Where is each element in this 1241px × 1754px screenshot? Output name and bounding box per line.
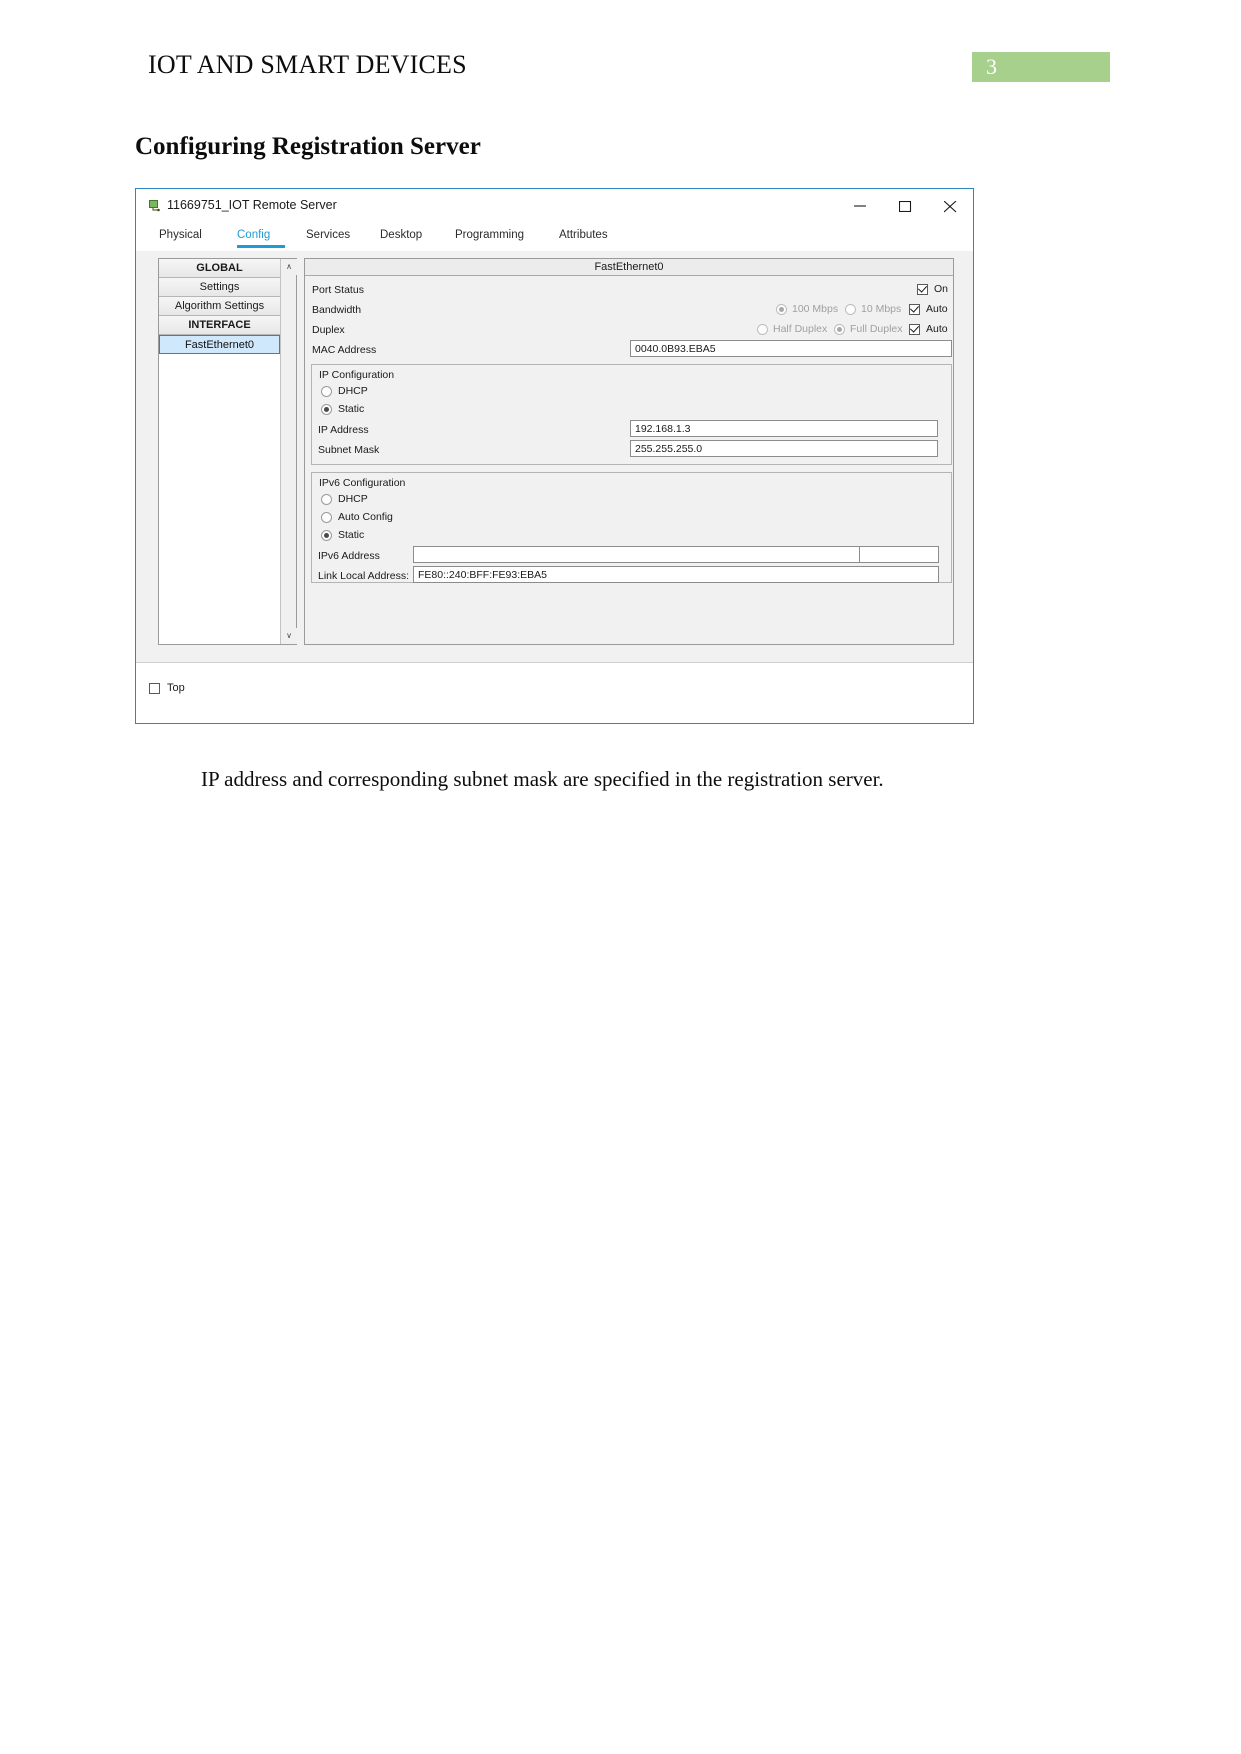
ipv6-prefix-field[interactable] [859, 546, 939, 563]
tab-services[interactable]: Services [306, 222, 361, 251]
interface-config: FastEthernet0 Port Status On Bandwidth 1… [304, 258, 954, 645]
top-checkbox[interactable] [149, 683, 160, 694]
mac-address-label: MAC Address [312, 344, 377, 356]
page-number: 3 [986, 54, 997, 79]
subnet-mask-field[interactable]: 255.255.255.0 [630, 440, 938, 457]
bandwidth-10mbps-radio[interactable] [845, 304, 856, 315]
ipv6-auto-config-label: Auto Config [338, 511, 393, 523]
duplex-auto-checkbox[interactable] [909, 324, 920, 335]
document-header: IOT AND SMART DEVICES 3 [0, 0, 1241, 100]
tab-bar: Physical Config Services Desktop Program… [136, 222, 973, 252]
ip-address-field[interactable]: 192.168.1.3 [630, 420, 938, 437]
ipv6-address-field[interactable] [413, 546, 860, 563]
top-label: Top [167, 682, 185, 694]
packet-tracer-window: 11669751_IOT Remote Server Physical Conf… [135, 188, 974, 724]
port-status-on-checkbox[interactable] [917, 284, 928, 295]
figure-caption: IP address and corresponding subnet mask… [201, 767, 884, 791]
sidebar-item-algorithm-settings[interactable]: Algorithm Settings [159, 297, 280, 316]
window-titlebar: 11669751_IOT Remote Server [136, 189, 973, 222]
bandwidth-auto-checkbox[interactable] [909, 304, 920, 315]
tab-config[interactable]: Config [237, 222, 285, 251]
scroll-down-icon[interactable]: ∨ [281, 628, 297, 644]
ip-dhcp-label: DHCP [338, 385, 368, 397]
ipv6-dhcp-label: DHCP [338, 493, 368, 505]
sidebar-item-fastethernet0[interactable]: FastEthernet0 [159, 335, 280, 354]
ip-static-label: Static [338, 403, 365, 415]
minimize-icon[interactable] [839, 189, 884, 222]
ipv6-dhcp-radio[interactable] [321, 494, 332, 505]
ipv6-static-label: Static [338, 529, 365, 541]
link-local-address-label: Link Local Address: [318, 570, 410, 582]
subnet-mask-label: Subnet Mask [318, 444, 380, 456]
sidebar-item-global: GLOBAL [159, 259, 280, 278]
sidebar-item-interface: INTERFACE [159, 316, 280, 335]
port-status-on-label: On [934, 283, 949, 295]
config-sidebar: GLOBAL Settings Algorithm Settings INTER… [158, 258, 297, 645]
window-bottom-bar: Top [136, 662, 973, 723]
ipv6-auto-config-radio[interactable] [321, 512, 332, 523]
ipv6-static-radio[interactable] [321, 530, 332, 541]
sidebar-item-settings[interactable]: Settings [159, 278, 280, 297]
ip-address-label: IP Address [318, 424, 369, 436]
tab-programming[interactable]: Programming [455, 222, 539, 251]
duplex-auto-label: Auto [926, 323, 948, 335]
duplex-half-radio[interactable] [757, 324, 768, 335]
bandwidth-100mbps-label: 100 Mbps [792, 303, 839, 315]
ip-configuration-title: IP Configuration [319, 369, 395, 381]
document-header-title: IOT AND SMART DEVICES [148, 50, 467, 79]
ipv6-configuration-title: IPv6 Configuration [319, 477, 406, 489]
ip-dhcp-radio[interactable] [321, 386, 332, 397]
config-panel: GLOBAL Settings Algorithm Settings INTER… [136, 251, 973, 663]
sidebar-list: GLOBAL Settings Algorithm Settings INTER… [159, 259, 280, 644]
link-local-address-field[interactable]: FE80::240:BFF:FE93:EBA5 [413, 566, 939, 583]
sidebar-scrollbar[interactable]: ∧ ∨ [280, 259, 297, 644]
port-status-label: Port Status [312, 284, 364, 296]
tab-physical[interactable]: Physical [159, 222, 217, 251]
tab-desktop[interactable]: Desktop [380, 222, 435, 251]
duplex-half-label: Half Duplex [773, 323, 828, 335]
page-number-badge: 3 [972, 52, 1110, 82]
ipv6-address-label: IPv6 Address [318, 550, 380, 562]
duplex-full-radio[interactable] [834, 324, 845, 335]
mac-address-field[interactable]: 0040.0B93.EBA5 [630, 340, 952, 357]
page-title: Configuring Registration Server [135, 133, 481, 160]
close-icon[interactable] [929, 189, 973, 222]
bandwidth-auto-label: Auto [926, 303, 948, 315]
duplex-label: Duplex [312, 324, 345, 336]
ip-static-radio[interactable] [321, 404, 332, 415]
window-title: 11669751_IOT Remote Server [167, 198, 337, 212]
bandwidth-label: Bandwidth [312, 304, 362, 316]
bandwidth-100mbps-radio[interactable] [776, 304, 787, 315]
interface-title: FastEthernet0 [305, 259, 953, 276]
bandwidth-10mbps-label: 10 Mbps [861, 303, 902, 315]
tab-attributes[interactable]: Attributes [559, 222, 625, 251]
scroll-up-icon[interactable]: ∧ [281, 259, 297, 275]
packet-tracer-device-icon [147, 198, 161, 212]
duplex-full-label: Full Duplex [850, 323, 903, 335]
maximize-icon[interactable] [884, 189, 929, 222]
